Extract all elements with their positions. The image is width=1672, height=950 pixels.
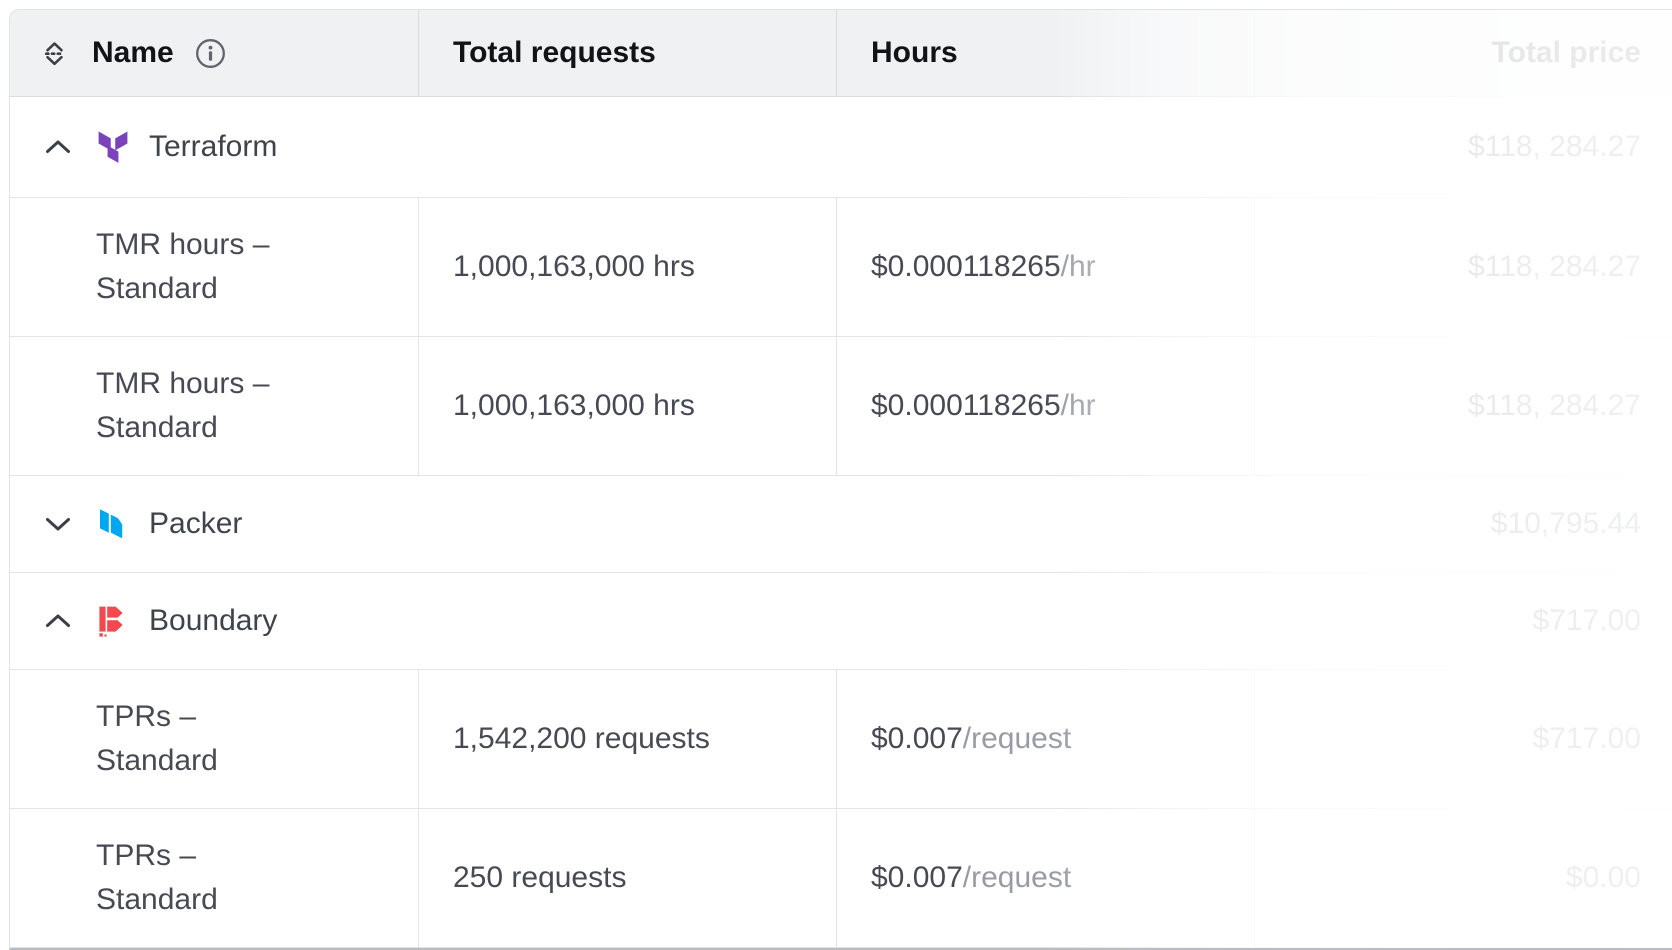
rate-unit: /request bbox=[963, 722, 1071, 756]
total-price-cell: $0.00 bbox=[1254, 809, 1672, 947]
column-header-name: Name bbox=[10, 10, 418, 96]
group-total-price: $118, 284.27 bbox=[1468, 130, 1672, 164]
total-requests-cell: 1,000,163,000 hrs bbox=[418, 198, 836, 336]
group-total-price: $717.00 bbox=[1533, 604, 1672, 638]
rate-value: $0.000118265 bbox=[871, 250, 1061, 284]
collapse-chevron-button[interactable] bbox=[43, 606, 73, 636]
item-name-line2: Standard bbox=[96, 878, 218, 922]
rate-value: $0.007 bbox=[871, 722, 963, 756]
chevron-up-icon bbox=[44, 613, 72, 629]
group-total-price: $10,795.44 bbox=[1491, 507, 1672, 541]
rate-value: $0.000118265 bbox=[871, 389, 1061, 423]
info-circle-icon bbox=[195, 38, 226, 69]
sort-updown-icon bbox=[41, 40, 68, 67]
table-row: TPRs – Standard 1,542,200 requests $0.00… bbox=[10, 670, 1672, 809]
item-name-line1: TMR hours – bbox=[96, 223, 269, 267]
item-name-line2: Standard bbox=[96, 739, 218, 783]
column-label-name: Name bbox=[92, 36, 174, 70]
rate-unit: /request bbox=[963, 861, 1071, 895]
rate-value: $0.007 bbox=[871, 861, 963, 895]
usage-pricing-table: Name Total requests Hours Total price bbox=[9, 9, 1672, 950]
item-name-cell: TMR hours – Standard bbox=[10, 198, 418, 336]
column-header-total-requests: Total requests bbox=[418, 10, 836, 96]
request-rate-cell: $0.007/request bbox=[836, 670, 1254, 808]
total-price-cell: $118, 284.27 bbox=[1254, 198, 1672, 336]
group-row-packer: Packer $10,795.44 bbox=[10, 476, 1672, 573]
expand-chevron-button[interactable] bbox=[43, 509, 73, 539]
total-requests-cell: 1,000,163,000 hrs bbox=[418, 337, 836, 475]
total-price-cell: $717.00 bbox=[1254, 670, 1672, 808]
group-row-boundary: Boundary $717.00 bbox=[10, 573, 1672, 670]
item-name-cell: TPRs – Standard bbox=[10, 809, 418, 947]
rate-unit: /hr bbox=[1061, 250, 1096, 284]
item-name-cell: TPRs – Standard bbox=[10, 670, 418, 808]
item-name-line1: TPRs – bbox=[96, 695, 218, 739]
total-requests-cell: 250 requests bbox=[418, 809, 836, 947]
boundary-icon bbox=[97, 604, 129, 638]
item-name-line2: Standard bbox=[96, 267, 269, 311]
item-name-cell: TMR hours – Standard bbox=[10, 337, 418, 475]
request-rate-cell: $0.007/request bbox=[836, 809, 1254, 947]
column-header-total-price: Total price bbox=[1254, 10, 1672, 96]
total-price-cell: $118, 284.27 bbox=[1254, 337, 1672, 475]
item-name-line1: TMR hours – bbox=[96, 362, 269, 406]
item-name-line2: Standard bbox=[96, 406, 269, 450]
item-name-line1: TPRs – bbox=[96, 834, 218, 878]
rate-unit: /hr bbox=[1061, 389, 1096, 423]
group-label: Terraform bbox=[149, 130, 277, 164]
packer-icon bbox=[97, 507, 129, 541]
table-row: TMR hours – Standard 1,000,163,000 hrs $… bbox=[10, 198, 1672, 337]
sort-toggle-button[interactable] bbox=[41, 40, 68, 67]
group-row-terraform: Terraform $118, 284.27 bbox=[10, 97, 1672, 198]
hourly-rate-cell: $0.000118265/hr bbox=[836, 337, 1254, 475]
collapse-chevron-button[interactable] bbox=[43, 132, 73, 162]
column-header-hours: Hours bbox=[836, 10, 1254, 96]
chevron-up-icon bbox=[44, 139, 72, 155]
table-row: TMR hours – Standard 1,000,163,000 hrs $… bbox=[10, 337, 1672, 476]
terraform-icon bbox=[97, 130, 129, 164]
total-requests-cell: 1,542,200 requests bbox=[418, 670, 836, 808]
group-label: Packer bbox=[149, 507, 242, 541]
chevron-down-icon bbox=[44, 516, 72, 532]
table-row: TPRs – Standard 250 requests $0.007/requ… bbox=[10, 809, 1672, 948]
group-label: Boundary bbox=[149, 604, 277, 638]
hourly-rate-cell: $0.000118265/hr bbox=[836, 198, 1254, 336]
name-info-tooltip-trigger[interactable] bbox=[195, 38, 226, 69]
table-header: Name Total requests Hours Total price bbox=[10, 10, 1672, 97]
